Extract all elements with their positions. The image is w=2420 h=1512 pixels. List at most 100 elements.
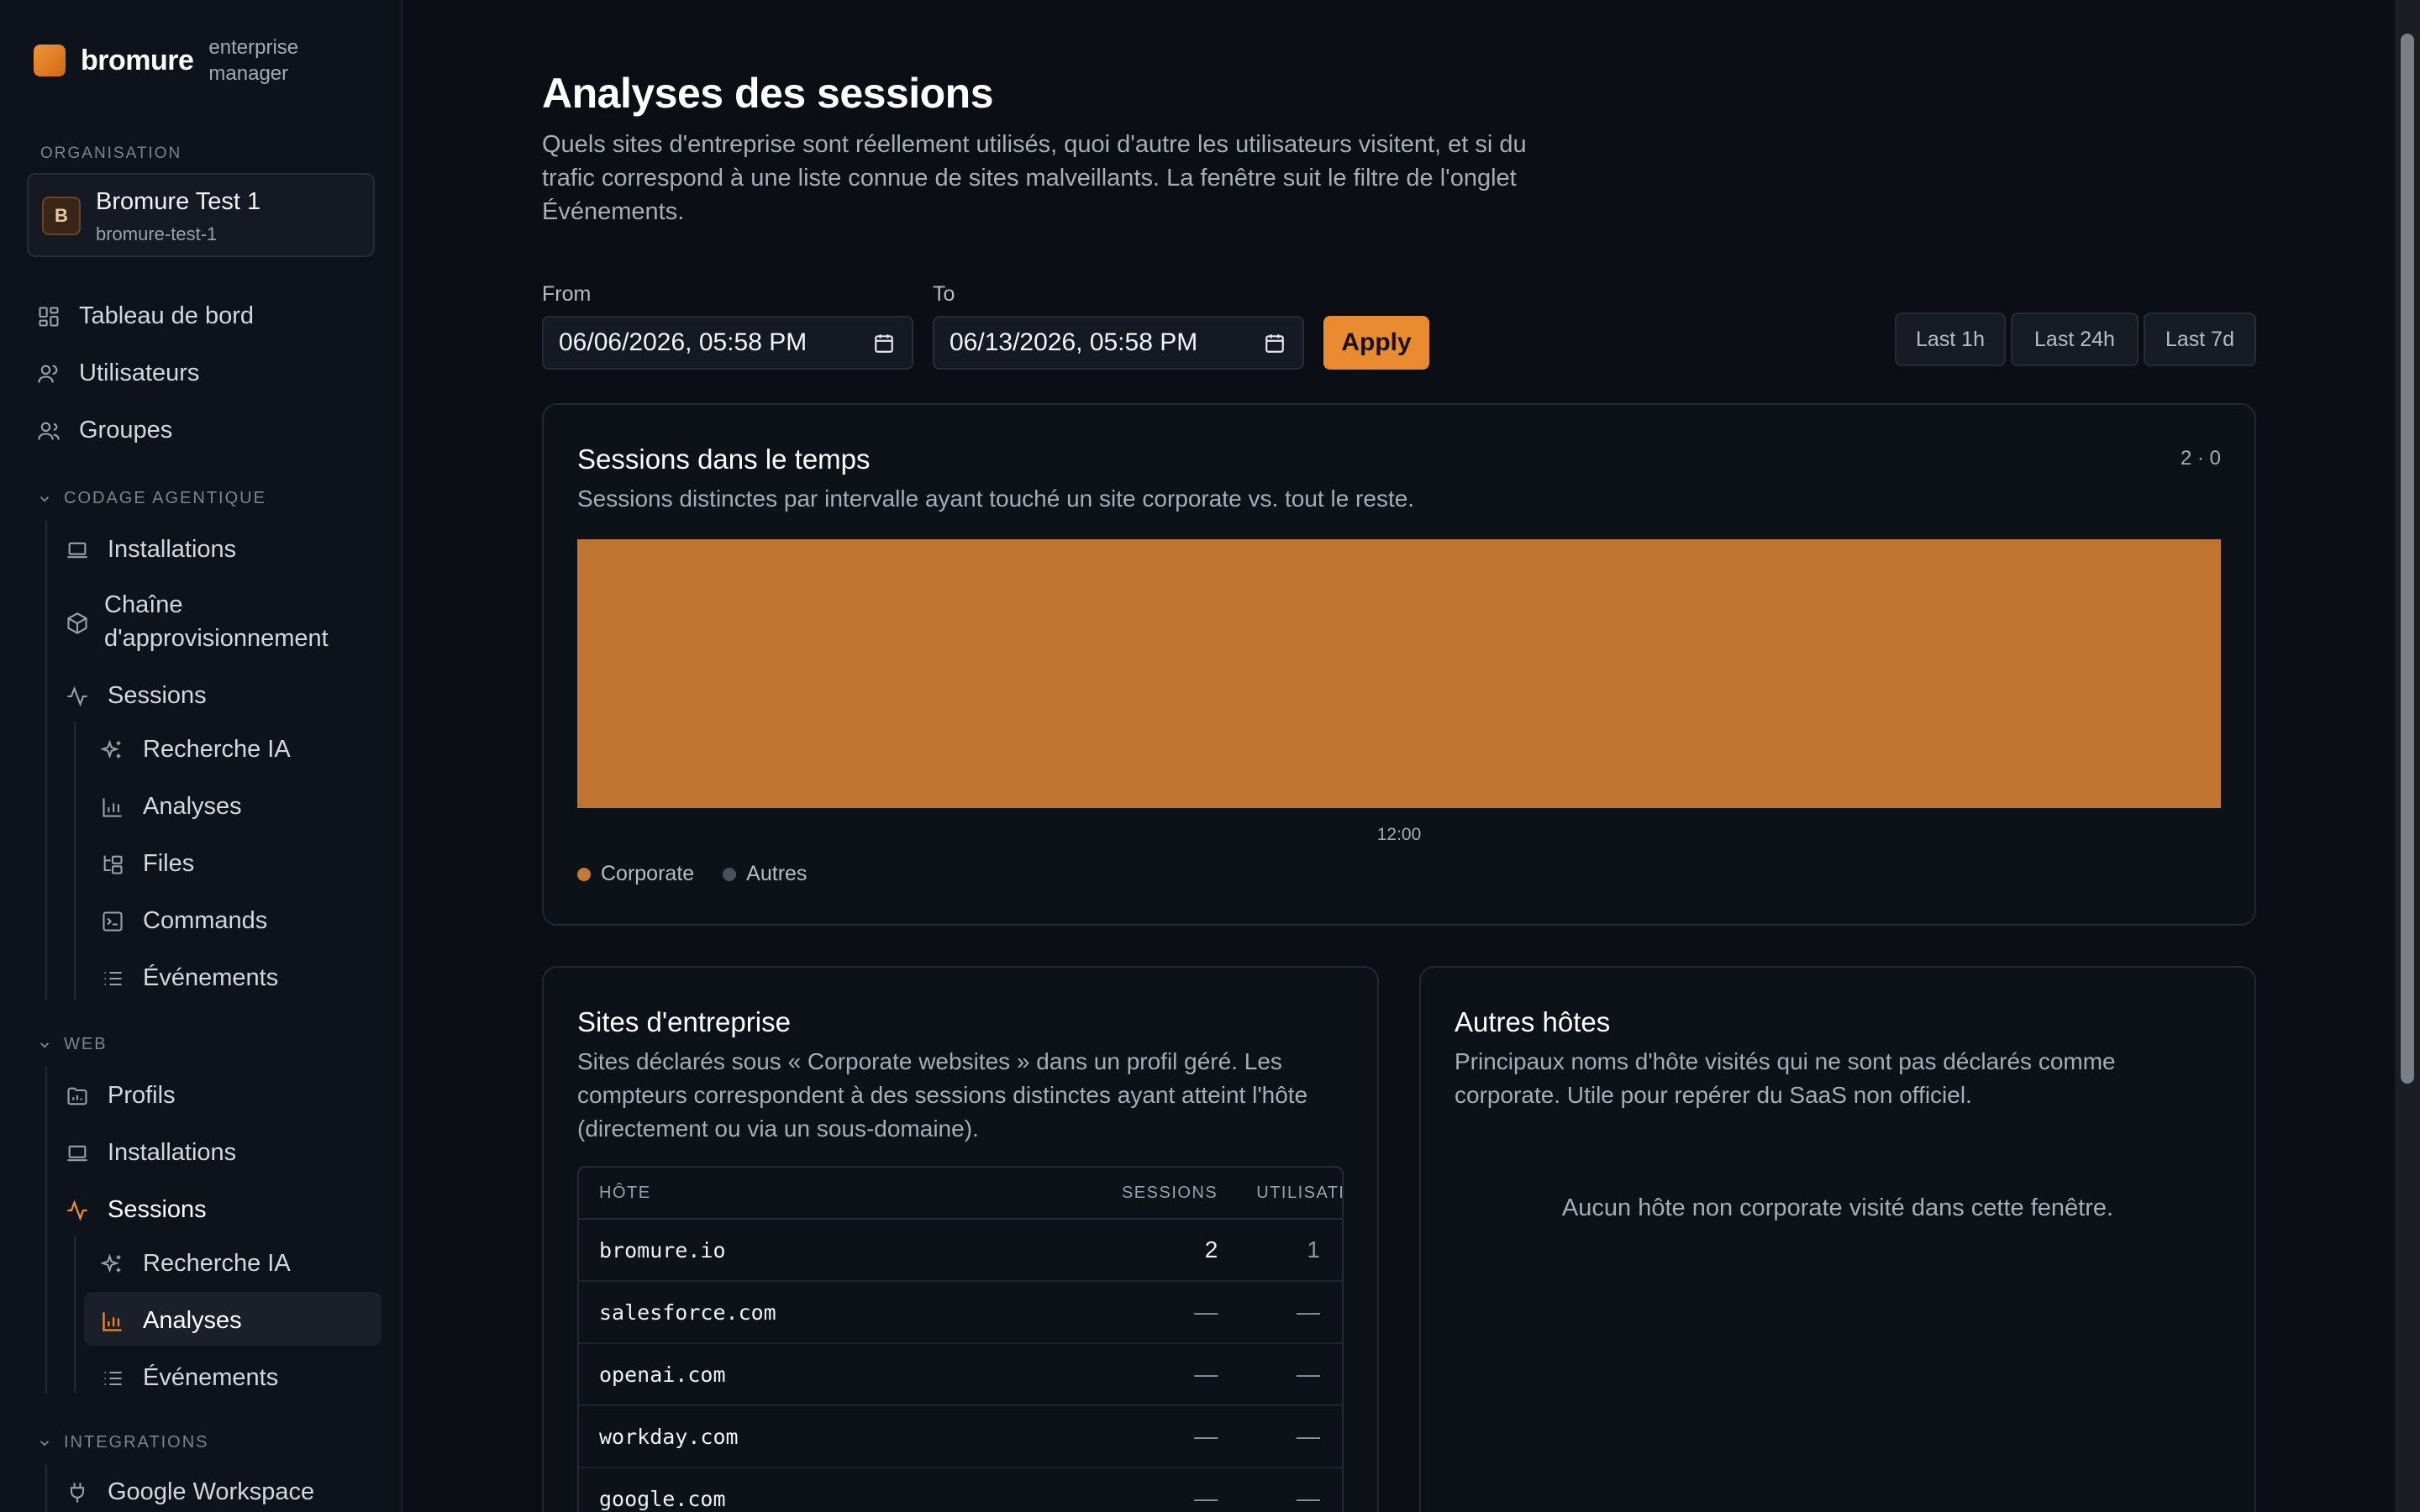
list-icon (101, 1367, 124, 1390)
column-sessions[interactable]: SESSIONS (1082, 1184, 1218, 1203)
corporate-sites-card: Sites d'entreprise Sites déclarés sous «… (542, 966, 1379, 1512)
table-row[interactable]: salesforce.com — — (579, 1282, 1342, 1344)
sidebar-item-groups[interactable]: Groupes (37, 417, 172, 444)
sidebar-item-web-sessions[interactable]: Sessions (66, 1196, 207, 1224)
sidebar-item-web-events[interactable]: Événements (101, 1364, 278, 1392)
table-row[interactable]: workday.com — — (579, 1406, 1342, 1468)
tree-line (45, 1465, 47, 1512)
sessions-cell: 2 (1204, 1236, 1218, 1263)
table-row[interactable]: google.com — — (579, 1468, 1342, 1512)
sidebar-item-analytics[interactable]: Analyses (101, 793, 242, 821)
from-date-input[interactable]: 06/06/2026, 05:58 PM (542, 316, 913, 370)
main-content: Analyses des sessions Quels sites d'entr… (403, 0, 2395, 1512)
group-toggle-web[interactable]: WEB (37, 1035, 108, 1054)
corporate-sites-table: HÔTE SESSIONS UTILISATEURS bromure.io 2 … (577, 1166, 1344, 1512)
table-row[interactable]: bromure.io 2 1 (579, 1220, 1342, 1282)
sidebar-item-label: Recherche IA (143, 736, 291, 763)
group-label: WEB (64, 1035, 108, 1053)
host-cell: google.com (599, 1486, 726, 1511)
table-header: HÔTE SESSIONS UTILISATEURS (579, 1168, 1342, 1220)
sidebar-item-google-workspace[interactable]: Google Workspace (66, 1478, 314, 1506)
sidebar-item-sessions[interactable]: Sessions (66, 682, 207, 710)
range-last-24h-button[interactable]: Last 24h (2011, 312, 2139, 366)
users-cell: — (1297, 1423, 1320, 1449)
page-title: Analyses des sessions (542, 70, 994, 117)
legend-entry-corporate: Corporate (577, 862, 694, 886)
chart-legend: Corporate Autres (577, 862, 835, 886)
table-row[interactable]: openai.com — — (579, 1344, 1342, 1406)
dashboard-icon (37, 305, 60, 328)
org-name: Bromure Test 1 (96, 188, 261, 215)
apply-button[interactable]: Apply (1323, 316, 1429, 370)
plug-icon (66, 1481, 89, 1504)
activity-icon (66, 1199, 89, 1222)
to-date-input[interactable]: 06/13/2026, 05:58 PM (933, 316, 1304, 370)
x-tick-label: 12:00 (1377, 825, 1422, 844)
sidebar-item-ai-search[interactable]: Recherche IA (101, 736, 291, 764)
sidebar-item-supply-chain[interactable]: Chaîne d'approvisionnement (66, 588, 356, 655)
brand-name: bromure (81, 44, 194, 76)
sidebar: bromure enterprise manager ORGANISATION … (0, 0, 402, 1512)
sidebar-item-web-ai-search[interactable]: Recherche IA (101, 1250, 291, 1278)
sidebar-item-web-installations[interactable]: Installations (66, 1139, 236, 1167)
sidebar-item-installations[interactable]: Installations (66, 536, 236, 564)
host-cell: workday.com (599, 1424, 739, 1449)
legend-dot (723, 867, 737, 881)
host-cell: bromure.io (599, 1237, 726, 1263)
users-cell: — (1297, 1361, 1320, 1387)
column-host[interactable]: HÔTE (579, 1184, 1082, 1203)
sidebar-item-label: Analyses (143, 1307, 242, 1334)
sparkles-icon (101, 1252, 124, 1276)
column-users[interactable]: UTILISATEURS (1218, 1184, 1342, 1203)
sidebar-item-events[interactable]: Événements (101, 964, 278, 992)
users-cell: 1 (1307, 1236, 1320, 1263)
page-description: Quels sites d'entreprise sont réellement… (542, 131, 1527, 225)
group-toggle-integrations[interactable]: INTEGRATIONS (37, 1433, 209, 1452)
calendar-icon[interactable] (873, 333, 895, 354)
activity-icon (66, 685, 89, 708)
folder-chart-icon (66, 1084, 89, 1108)
bar-corporate-0[interactable] (577, 539, 2221, 808)
range-last-1h-button[interactable]: Last 1h (1895, 312, 2006, 366)
calendar-icon[interactable] (1264, 333, 1286, 354)
scrollbar-thumb[interactable] (2401, 34, 2414, 1084)
org-slug: bromure-test-1 (96, 223, 218, 244)
sessions-cell: — (1194, 1423, 1218, 1449)
session-count: 2 · 0 (2180, 447, 2221, 470)
sessions-cell: — (1194, 1299, 1218, 1325)
sidebar-item-label: Recherche IA (143, 1250, 291, 1277)
empty-state-message: Aucun hôte non corporate visité dans cet… (1561, 1194, 2114, 1221)
sidebar-item-label: Google Workspace (108, 1478, 315, 1505)
brand[interactable]: bromure enterprise manager (34, 35, 318, 86)
sessions-over-time-card: Sessions dans le temps 2 · 0 Sessions di… (542, 403, 2256, 926)
chevron-down-icon (39, 1440, 50, 1446)
sidebar-item-users[interactable]: Utilisateurs (37, 360, 199, 387)
sidebar-item-label: Analyses (143, 793, 242, 820)
group-toggle-codage[interactable]: CODAGE AGENTIQUE (37, 489, 266, 508)
sidebar-item-label: Profils (108, 1082, 176, 1109)
legend-label: Autres (746, 862, 808, 885)
chevron-down-icon (39, 496, 50, 502)
card-description: Sessions distinctes par intervalle ayant… (577, 486, 1415, 512)
brand-subtitle: enterprise manager (208, 36, 299, 85)
sidebar-item-files[interactable]: Files (101, 850, 194, 878)
legend-label: Corporate (601, 862, 695, 885)
sidebar-item-label: Files (143, 850, 195, 877)
sidebar-item-label: Sessions (108, 1196, 207, 1223)
range-last-7d-button[interactable]: Last 7d (2144, 312, 2256, 366)
sidebar-item-label: Groupes (79, 417, 173, 444)
page-scrollbar[interactable] (2395, 0, 2420, 1512)
card-title: Sites d'entreprise (577, 1006, 791, 1037)
sessions-chart: 12:00 (577, 539, 2221, 844)
org-switcher[interactable]: B Bromure Test 1 bromure-test-1 (27, 173, 375, 257)
folder-tree-icon (101, 853, 124, 876)
sidebar-item-commands[interactable]: Commands (101, 907, 267, 935)
card-description: Principaux noms d'hôte visités qui ne so… (1455, 1048, 2116, 1108)
sidebar-item-web-analytics[interactable]: Analyses (101, 1307, 242, 1335)
card-title: Sessions dans le temps (577, 444, 871, 475)
sidebar-item-dashboard[interactable]: Tableau de bord (37, 302, 254, 330)
org-avatar: B (42, 197, 81, 235)
from-label: From (542, 282, 592, 306)
user-icon (37, 362, 60, 386)
sidebar-item-profiles[interactable]: Profils (66, 1082, 176, 1110)
